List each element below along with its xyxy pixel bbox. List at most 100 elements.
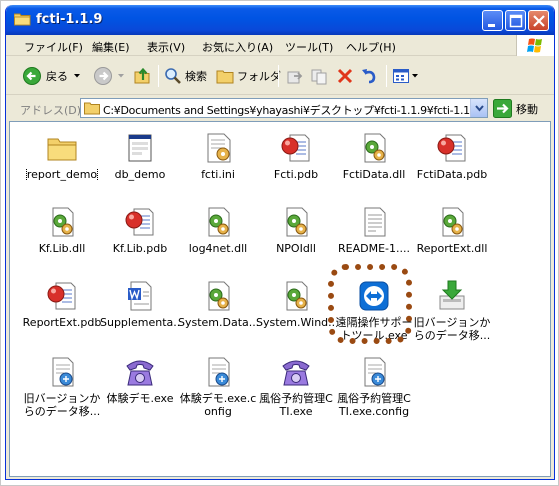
- config-file-icon: [52, 357, 74, 387]
- dll-gear-icon: [208, 207, 230, 237]
- explorer-window: fcti-1.1.9 ファイル(F) 編集(E) 表示(V) お気に入り(A) …: [5, 5, 555, 480]
- dropdown-arrow-icon: [74, 74, 80, 78]
- undo-button[interactable]: [360, 65, 378, 87]
- config-file-icon: [364, 357, 386, 387]
- telephone-icon: [126, 360, 154, 386]
- go-label: 移動: [516, 102, 538, 116]
- title-bar[interactable]: fcti-1.1.9: [6, 5, 554, 35]
- move-to-icon: [287, 71, 303, 84]
- text-file-icon: [364, 207, 386, 237]
- windows-logo-icon: [516, 35, 554, 56]
- file-item[interactable]: 体験デモ.exe: [100, 354, 180, 428]
- file-item[interactable]: 旧バージョンからのデータ移...: [22, 354, 102, 428]
- back-label: 戻る: [46, 70, 68, 83]
- menu-help[interactable]: ヘルプ(H): [346, 39, 396, 55]
- folders-label: フォルダ: [237, 70, 281, 83]
- file-item[interactable]: System.Data....: [178, 278, 258, 352]
- minimize-button[interactable]: [482, 10, 503, 31]
- file-name: System.Data....: [178, 316, 258, 329]
- address-path: C:¥Documents and Settings¥yhayashi¥デスクトッ…: [103, 104, 480, 117]
- views-button[interactable]: [392, 65, 418, 87]
- file-name: 体験デモ.exe.config: [179, 392, 257, 418]
- file-list-view[interactable]: report_demo db_demo fcti.ini Fcti.pdb Fc…: [9, 121, 551, 477]
- delete-x-icon: [337, 68, 353, 84]
- move-to-button[interactable]: [286, 65, 304, 87]
- file-item[interactable]: 旧バージョンからのデータ移...: [412, 278, 492, 352]
- file-item[interactable]: log4net.dll: [178, 204, 258, 278]
- file-name: System.Wind....: [256, 316, 336, 329]
- go-button[interactable]: 移動: [493, 99, 538, 118]
- copy-to-button[interactable]: [311, 65, 329, 87]
- folders-button[interactable]: フォルダ: [216, 65, 281, 87]
- forward-button[interactable]: [93, 65, 124, 87]
- up-folder-icon: [134, 67, 150, 84]
- word-doc-icon: [128, 281, 152, 311]
- file-item[interactable]: ReportExt.dll: [412, 204, 492, 278]
- dropdown-arrow-icon: [118, 74, 124, 78]
- file-item[interactable]: System.Wind....: [256, 278, 336, 352]
- screenshot-frame: fcti-1.1.9 ファイル(F) 編集(E) 表示(V) お気に入り(A) …: [0, 0, 559, 486]
- dll-gear-icon: [364, 133, 386, 163]
- views-icon: [393, 69, 409, 83]
- file-name: ReportExt.pdb: [22, 316, 102, 329]
- file-item[interactable]: Kf.Lib.dll: [22, 204, 102, 278]
- file-name: Kf.Lib.pdb: [112, 242, 168, 255]
- highlight-annotation-ring: [328, 264, 412, 344]
- file-name: fcti.ini: [201, 168, 235, 181]
- file-item[interactable]: 体験デモ.exe.config: [178, 354, 258, 428]
- file-name: Fcti.pdb: [273, 168, 319, 181]
- pdb-file-icon: [47, 282, 76, 310]
- dropdown-arrow-icon: [412, 74, 418, 78]
- file-item[interactable]: 風俗予約管理CTI.exe.config: [334, 354, 414, 428]
- search-button[interactable]: 検索: [164, 65, 207, 87]
- file-name: FctiData.pdb: [416, 168, 488, 181]
- file-name: README-1....: [338, 242, 410, 255]
- file-item[interactable]: 風俗予約管理CTI.exe: [256, 354, 336, 428]
- file-name: 風俗予約管理CTI.exe: [259, 392, 333, 418]
- pdb-file-icon: [125, 208, 154, 236]
- folder-icon: [14, 13, 31, 26]
- address-bar: アドレス(D) C:¥Documents and Settings¥yhayas…: [6, 96, 554, 120]
- ini-settings-icon: [207, 133, 231, 163]
- menu-edit[interactable]: 編集(E): [92, 39, 130, 55]
- search-label: 検索: [185, 70, 207, 83]
- menu-file[interactable]: ファイル(F): [24, 39, 83, 55]
- menu-view[interactable]: 表示(V): [147, 39, 185, 55]
- address-input[interactable]: C:¥Documents and Settings¥yhayashi¥デスクトッ…: [80, 98, 488, 118]
- dll-gear-icon: [286, 281, 308, 311]
- file-name: NPOIdll: [276, 242, 316, 255]
- file-item[interactable]: FctiData.pdb: [412, 130, 492, 204]
- file-item[interactable]: db_demo: [100, 130, 180, 204]
- file-item[interactable]: Supplementa...: [100, 278, 180, 352]
- window-app-icon: [128, 134, 152, 162]
- chevron-down-icon: [475, 105, 484, 112]
- file-name: ReportExt.dll: [416, 242, 488, 255]
- file-name: 旧バージョンからのデータ移...: [413, 316, 491, 342]
- file-name: report_demo: [25, 168, 99, 181]
- menu-tools[interactable]: ツール(T): [285, 39, 333, 55]
- pdb-file-icon: [281, 134, 310, 162]
- copy-to-icon: [311, 69, 327, 85]
- file-name: FctiData.dll: [342, 168, 406, 181]
- back-button[interactable]: 戻る: [22, 65, 80, 87]
- up-folder-button[interactable]: [134, 65, 152, 87]
- file-item[interactable]: Fcti.pdb: [256, 130, 336, 204]
- file-item[interactable]: NPOIdll: [256, 204, 336, 278]
- maximize-button[interactable]: [505, 10, 526, 31]
- menu-favorites[interactable]: お気に入り(A): [202, 39, 273, 55]
- config-file-icon: [208, 357, 230, 387]
- go-arrow-icon: [493, 99, 512, 118]
- toolbar: 戻る 検索 フォルダ: [6, 57, 554, 95]
- file-item[interactable]: ReportExt.pdb: [22, 278, 102, 352]
- file-item[interactable]: report_demo: [22, 130, 102, 204]
- address-dropdown-button[interactable]: [470, 99, 487, 117]
- file-name: Kf.Lib.dll: [38, 242, 86, 255]
- file-item[interactable]: fcti.ini: [178, 130, 258, 204]
- file-item[interactable]: Kf.Lib.pdb: [100, 204, 180, 278]
- delete-button[interactable]: [336, 65, 354, 87]
- dll-gear-icon: [52, 207, 74, 237]
- folder-icon: [47, 138, 77, 161]
- toolbar-separator: [386, 65, 387, 87]
- close-button[interactable]: [528, 10, 549, 31]
- file-item[interactable]: FctiData.dll: [334, 130, 414, 204]
